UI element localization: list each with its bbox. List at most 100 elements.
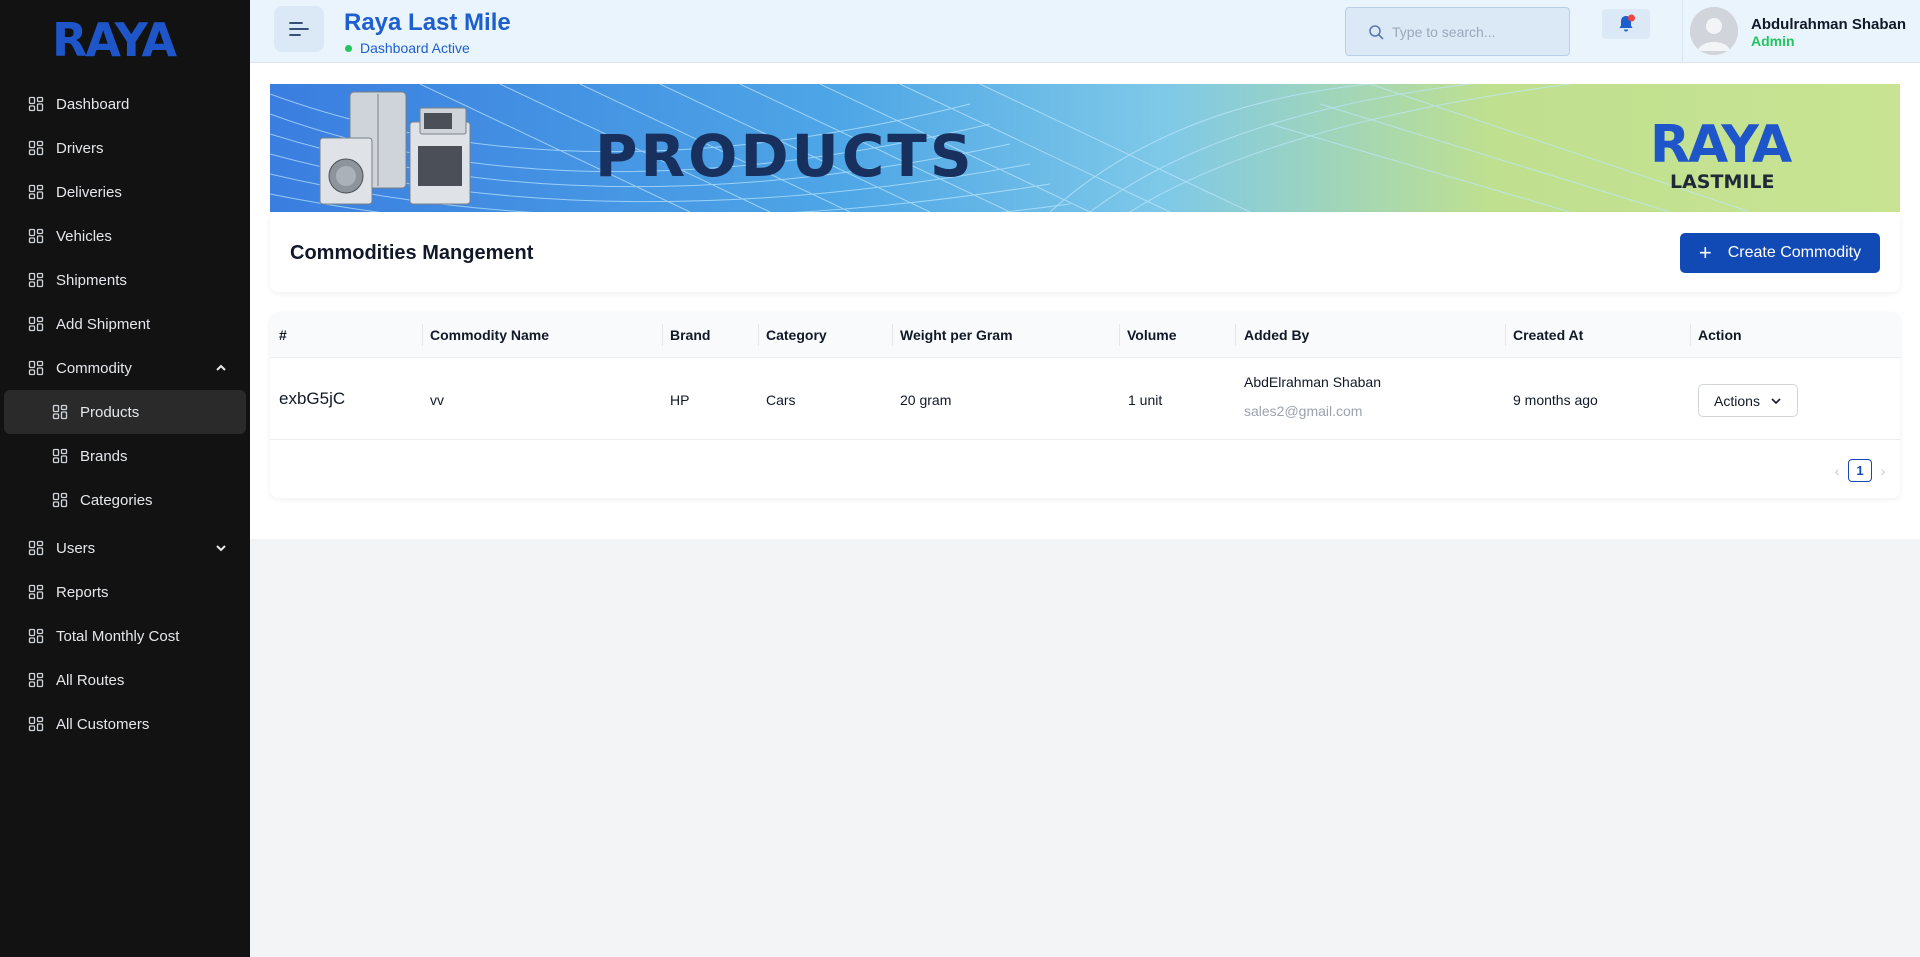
- sidebar-item-total-monthly-cost[interactable]: Total Monthly Cost: [0, 614, 250, 658]
- sidebar-item-label: Deliveries: [56, 183, 122, 201]
- column-header-created-at[interactable]: Created At: [1513, 327, 1583, 343]
- column-header-volume[interactable]: Volume: [1127, 327, 1177, 343]
- banner-graphic: PRODUCTS RAYA LASTMILE: [270, 84, 1900, 212]
- table-row: exbG5jC vv HP Cars 20 gram 1 unit AbdElr…: [270, 358, 1900, 440]
- column-header-id[interactable]: #: [279, 327, 287, 343]
- user-avatar-icon: [1690, 7, 1738, 55]
- grid-icon: [28, 716, 44, 732]
- sidebar-item-brands[interactable]: Brands: [0, 434, 250, 478]
- column-divider: [1119, 324, 1120, 346]
- products-banner: PRODUCTS RAYA LASTMILE: [270, 84, 1900, 212]
- column-divider: [662, 324, 663, 346]
- sidebar-item-vehicles[interactable]: Vehicles: [0, 214, 250, 258]
- sidebar-nav: Dashboard Drivers Deliveries Vehicles Sh…: [0, 82, 250, 746]
- sidebar-item-label: Commodity: [56, 359, 132, 377]
- banner-title: PRODUCTS: [595, 122, 975, 190]
- sidebar-item-users[interactable]: Users: [0, 526, 250, 570]
- grid-icon: [28, 360, 44, 376]
- plus-icon: +: [1698, 240, 1712, 265]
- prev-page-icon[interactable]: ‹: [1830, 463, 1844, 479]
- row-actions-dropdown[interactable]: Actions: [1698, 384, 1798, 417]
- sidebar-item-label: Brands: [80, 447, 128, 465]
- page-title: Commodities Mangement: [290, 242, 534, 264]
- user-role: Admin: [1751, 33, 1795, 49]
- next-page-icon[interactable]: ›: [1876, 463, 1890, 479]
- sidebar-item-label: Vehicles: [56, 227, 112, 245]
- sidebar-item-drivers[interactable]: Drivers: [0, 126, 250, 170]
- sidebar-item-all-routes[interactable]: All Routes: [0, 658, 250, 702]
- column-divider: [1690, 324, 1691, 346]
- cell-added-by-email: sales2@gmail.com: [1244, 403, 1363, 419]
- commodities-header-card: Commodities Mangement + Create Commodity: [270, 212, 1900, 292]
- sidebar-item-products[interactable]: Products: [4, 390, 246, 434]
- row-actions-label: Actions: [1714, 392, 1760, 409]
- sidebar-item-label: Reports: [56, 583, 109, 601]
- sidebar-item-deliveries[interactable]: Deliveries: [0, 170, 250, 214]
- search-input[interactable]: [1392, 23, 1562, 40]
- avatar[interactable]: [1690, 7, 1738, 55]
- sidebar-item-label: Drivers: [56, 139, 104, 157]
- grid-icon: [28, 184, 44, 200]
- sidebar-item-label: All Customers: [56, 715, 150, 733]
- search-box[interactable]: [1345, 7, 1570, 56]
- notifications-button[interactable]: [1602, 9, 1650, 39]
- status-text: Dashboard Active: [360, 40, 470, 56]
- user-name: Abdulrahman Shaban: [1751, 16, 1907, 33]
- column-divider: [422, 324, 423, 346]
- sidebar-item-label: Shipments: [56, 271, 127, 289]
- grid-icon: [28, 316, 44, 332]
- cell-volume: 1 unit: [1128, 392, 1163, 408]
- chevron-down-icon: [216, 545, 226, 552]
- menu-toggle-button[interactable]: [274, 6, 324, 52]
- cell-category: Cars: [766, 392, 796, 408]
- grid-icon: [28, 584, 44, 600]
- chevron-up-icon: [216, 364, 226, 371]
- grid-icon: [28, 672, 44, 688]
- sidebar-item-label: Users: [56, 539, 96, 557]
- cell-id: exbG5jC: [279, 389, 346, 408]
- column-divider: [1505, 324, 1506, 346]
- column-header-category[interactable]: Category: [766, 327, 827, 343]
- app-title: Raya Last Mile: [344, 9, 511, 36]
- table-header: # Commodity Name Brand Category Weight p…: [270, 312, 1900, 358]
- menu-icon: [289, 22, 309, 36]
- search-icon: [1369, 24, 1384, 39]
- bell-icon: [1619, 14, 1635, 32]
- column-header-brand[interactable]: Brand: [670, 327, 710, 343]
- sidebar-item-label: Categories: [80, 491, 153, 509]
- commodities-table: # Commodity Name Brand Category Weight p…: [270, 312, 1900, 498]
- cell-added-by-name: AbdElrahman Shaban: [1244, 374, 1381, 390]
- page-number-current[interactable]: 1: [1848, 459, 1872, 482]
- sidebar-item-dashboard[interactable]: Dashboard: [0, 82, 250, 126]
- svg-text:RAYA: RAYA: [52, 18, 178, 60]
- grid-icon: [52, 448, 68, 464]
- cell-brand: HP: [670, 392, 690, 408]
- sidebar-item-categories[interactable]: Categories: [0, 478, 250, 522]
- grid-icon: [28, 228, 44, 244]
- create-commodity-button[interactable]: + Create Commodity: [1680, 233, 1880, 273]
- column-header-name[interactable]: Commodity Name: [430, 327, 549, 343]
- column-divider: [1235, 324, 1236, 346]
- sidebar-item-shipments[interactable]: Shipments: [0, 258, 250, 302]
- sidebar-item-label: Products: [80, 403, 140, 421]
- column-header-weight[interactable]: Weight per Gram: [900, 327, 1013, 343]
- grid-icon: [28, 140, 44, 156]
- cell-commodity-name: vv: [430, 392, 444, 408]
- sidebar-item-all-customers[interactable]: All Customers: [0, 702, 250, 746]
- sidebar-item-label: All Routes: [56, 671, 125, 689]
- create-commodity-label: Create Commodity: [1727, 244, 1862, 261]
- sidebar-item-commodity[interactable]: Commodity: [0, 346, 250, 390]
- raya-logo[interactable]: RAYA: [52, 18, 198, 60]
- grid-icon: [28, 96, 44, 112]
- sidebar: RAYA Dashboard Drivers Deliveries Vehicl…: [0, 0, 250, 957]
- cell-weight: 20 gram: [900, 392, 952, 408]
- grid-icon: [52, 404, 68, 420]
- column-header-added-by[interactable]: Added By: [1244, 327, 1309, 343]
- sidebar-item-reports[interactable]: Reports: [0, 570, 250, 614]
- column-divider: [758, 324, 759, 346]
- grid-icon: [28, 272, 44, 288]
- banner-logo-sub: LASTMILE: [1670, 171, 1775, 193]
- status-dot-icon: [345, 44, 352, 52]
- sidebar-item-add-shipment[interactable]: Add Shipment: [0, 302, 250, 346]
- pagination: ‹ 1 ›: [1830, 459, 1890, 482]
